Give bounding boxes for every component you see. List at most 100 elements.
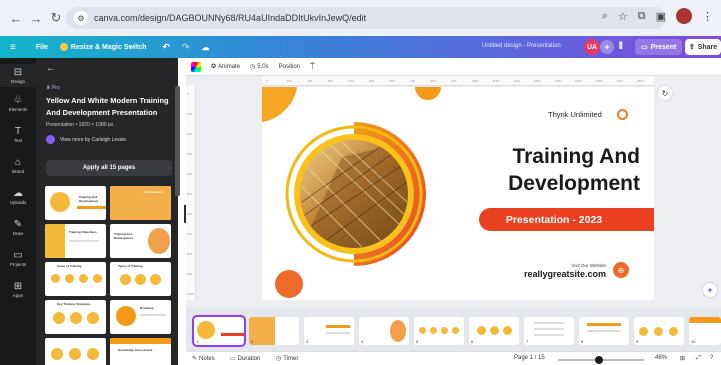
cloud-save-icon[interactable]: ☁ <box>195 36 215 58</box>
present-button[interactable]: ▭ Present <box>635 39 683 55</box>
rail-item-uploads[interactable]: ☁ Uploads <box>0 188 36 205</box>
timer-icon: ◷ <box>276 356 282 362</box>
url-text: canva.com/design/DAGBOUNNy68/RU4aUIndaDD… <box>94 13 367 23</box>
rail-item-apps[interactable]: ⊞ Apps <box>0 281 36 298</box>
design-title[interactable]: Untitled design - Presentation <box>482 43 561 49</box>
ruler-tick: 400 <box>187 172 193 176</box>
ruler-tick: 0 <box>187 92 189 96</box>
paint-roller-icon[interactable]: ⍑ <box>310 62 315 72</box>
ruler-tick: 1700 <box>616 79 623 83</box>
duration-button[interactable]: ▭ Duration <box>230 355 260 363</box>
ruler-tick: 300 <box>327 79 333 83</box>
template-thumb[interactable]: Training Objectives <box>45 224 106 258</box>
page-thumb[interactable]: 1 <box>192 315 246 347</box>
rail-item-projects[interactable]: ▭ Projects <box>0 250 36 267</box>
present-icon: ▭ <box>641 44 648 51</box>
page-thumb[interactable]: 6 <box>469 317 519 345</box>
share-button[interactable]: ⇪ Share <box>685 39 721 55</box>
brand-icon: ⌂ <box>14 157 22 168</box>
ruler-tick: 1000 <box>187 292 194 296</box>
ruler-tick: 1200 <box>513 79 520 83</box>
template-title: Yellow And White Modern Training And Dev… <box>46 96 169 117</box>
rail-item-brand[interactable]: ⌂ Brand <box>0 157 36 174</box>
undo-icon[interactable]: ↶ <box>156 36 176 58</box>
timer-button[interactable]: ◷ Timer <box>276 355 298 363</box>
back-arrow-icon[interactable]: ← <box>6 8 26 28</box>
zoom-slider[interactable] <box>558 356 644 364</box>
ruler-tick: 1000 <box>472 79 479 83</box>
star-icon[interactable]: ☆ <box>618 10 628 23</box>
presentation-band-text: Presentation - 2023 <box>505 213 603 226</box>
animate-button[interactable]: ✪ Animate <box>211 63 240 71</box>
page-thumb[interactable]: 8 <box>579 317 629 345</box>
canva-header: ≡ File Resize & Magic Switch ↶ ↷ ☁ Untit… <box>0 36 721 58</box>
profile-avatar[interactable] <box>676 8 692 24</box>
fullscreen-icon[interactable]: ⤢ <box>696 355 701 362</box>
template-thumb[interactable]: Training And Development <box>45 186 106 220</box>
assistant-icon[interactable]: ✦ <box>703 283 717 297</box>
rail-item-design[interactable]: ⊟ Design <box>0 64 36 87</box>
template-thumb[interactable] <box>45 338 106 365</box>
creator-text: View more by Carleigh Lessie <box>60 136 127 143</box>
ruler-tick: 800 <box>187 252 193 256</box>
page-thumb[interactable]: 7 <box>524 317 574 345</box>
browser-actions: ⌕ ☆ ⧉ ▣ ⋮ <box>602 8 713 24</box>
zoom-level[interactable]: 48% <box>655 355 667 361</box>
ruler-tick: 300 <box>187 152 193 156</box>
slide-canvas[interactable]: Thynk Unlimited Training And Development… <box>262 87 654 300</box>
resize-button[interactable]: Resize & Magic Switch <box>54 36 152 58</box>
sidepanel-icon[interactable]: ▣ <box>656 10 666 23</box>
refresh-icon[interactable]: ↻ <box>658 86 672 100</box>
color-palette-icon[interactable] <box>191 61 201 72</box>
rail-item-elements[interactable]: ♧ Elements <box>0 95 36 112</box>
creator-link[interactable]: View more by Carleigh Lessie <box>46 135 126 144</box>
page-thumb[interactable]: 3 <box>304 317 354 345</box>
template-thumb[interactable]: Key Training Strategies <box>45 300 106 334</box>
zoom-slider-knob[interactable] <box>595 356 604 364</box>
user-avatar[interactable]: UA <box>584 39 600 55</box>
rail-item-draw[interactable]: ✎ Draw <box>0 219 36 236</box>
tune-icon[interactable]: ⚙ <box>74 11 88 25</box>
page-thumb[interactable]: 5 <box>414 317 464 345</box>
notes-button[interactable]: ✎ Notes <box>192 355 215 363</box>
page-thumb[interactable]: 10 <box>689 317 721 345</box>
address-bar[interactable]: ⚙ canva.com/design/DAGBOUNNy68/RU4aUInda… <box>66 7 666 29</box>
template-thumb[interactable]: Roadmap <box>110 300 171 334</box>
menu-icon[interactable]: ≡ <box>0 36 22 58</box>
extensions-icon[interactable]: ⧉ <box>638 10 646 23</box>
ruler-tick: 1100 <box>492 79 500 83</box>
page-thumb[interactable]: 9 <box>634 317 684 345</box>
page-thumb[interactable]: 4 <box>359 317 409 345</box>
template-panel: ← ♛ Pro Yellow And White Modern Training… <box>36 58 178 365</box>
panel-scrollbar[interactable] <box>175 86 180 196</box>
apply-all-button[interactable]: Apply all 15 pages <box>46 160 172 176</box>
more-icon[interactable]: ⋮ <box>702 10 713 23</box>
ruler-tick: 100 <box>187 112 193 116</box>
horizontal-ruler: 0 100 200 300 400 500 600 700 800 900 1000 1100 1200… <box>262 76 654 86</box>
page-thumb[interactable]: 2 <box>249 317 299 345</box>
forward-arrow-icon[interactable]: → <box>26 8 46 28</box>
page-indicator[interactable]: Page 1 / 15 <box>514 355 545 361</box>
zoom-icon[interactable]: ⌕ <box>602 10 608 23</box>
template-thumb[interactable]: Training and Development <box>110 224 171 258</box>
grid-view-icon[interactable]: ⊞ <box>680 355 685 362</box>
website-url: reallygreatsite.com <box>523 269 606 279</box>
visit-website-label: Visit Our Website <box>571 263 606 268</box>
template-thumb[interactable]: Knowledge Assessment <box>110 338 171 365</box>
add-collaborator-icon[interactable]: + <box>600 40 614 54</box>
back-arrow-icon[interactable]: ← <box>46 63 56 74</box>
help-icon[interactable]: ? <box>710 355 713 361</box>
template-thumb[interactable]: Types of Training <box>110 262 171 296</box>
rail-item-text[interactable]: T Text <box>0 126 36 143</box>
design-icon: ⊟ <box>13 67 23 78</box>
ruler-tick: 400 <box>348 79 354 83</box>
duration-button[interactable]: ◷ 5.0s <box>250 63 269 71</box>
file-menu[interactable]: File <box>30 36 54 58</box>
analytics-icon[interactable]: ⫼ <box>619 41 623 51</box>
redo-icon[interactable]: ↷ <box>176 36 196 58</box>
template-thumb[interactable]: Areas of Training <box>45 262 106 296</box>
draw-icon: ✎ <box>13 219 23 230</box>
template-thumb[interactable]: Our Company <box>110 186 171 220</box>
position-button[interactable]: Position <box>279 64 300 70</box>
reload-icon[interactable]: ↻ <box>46 8 66 28</box>
